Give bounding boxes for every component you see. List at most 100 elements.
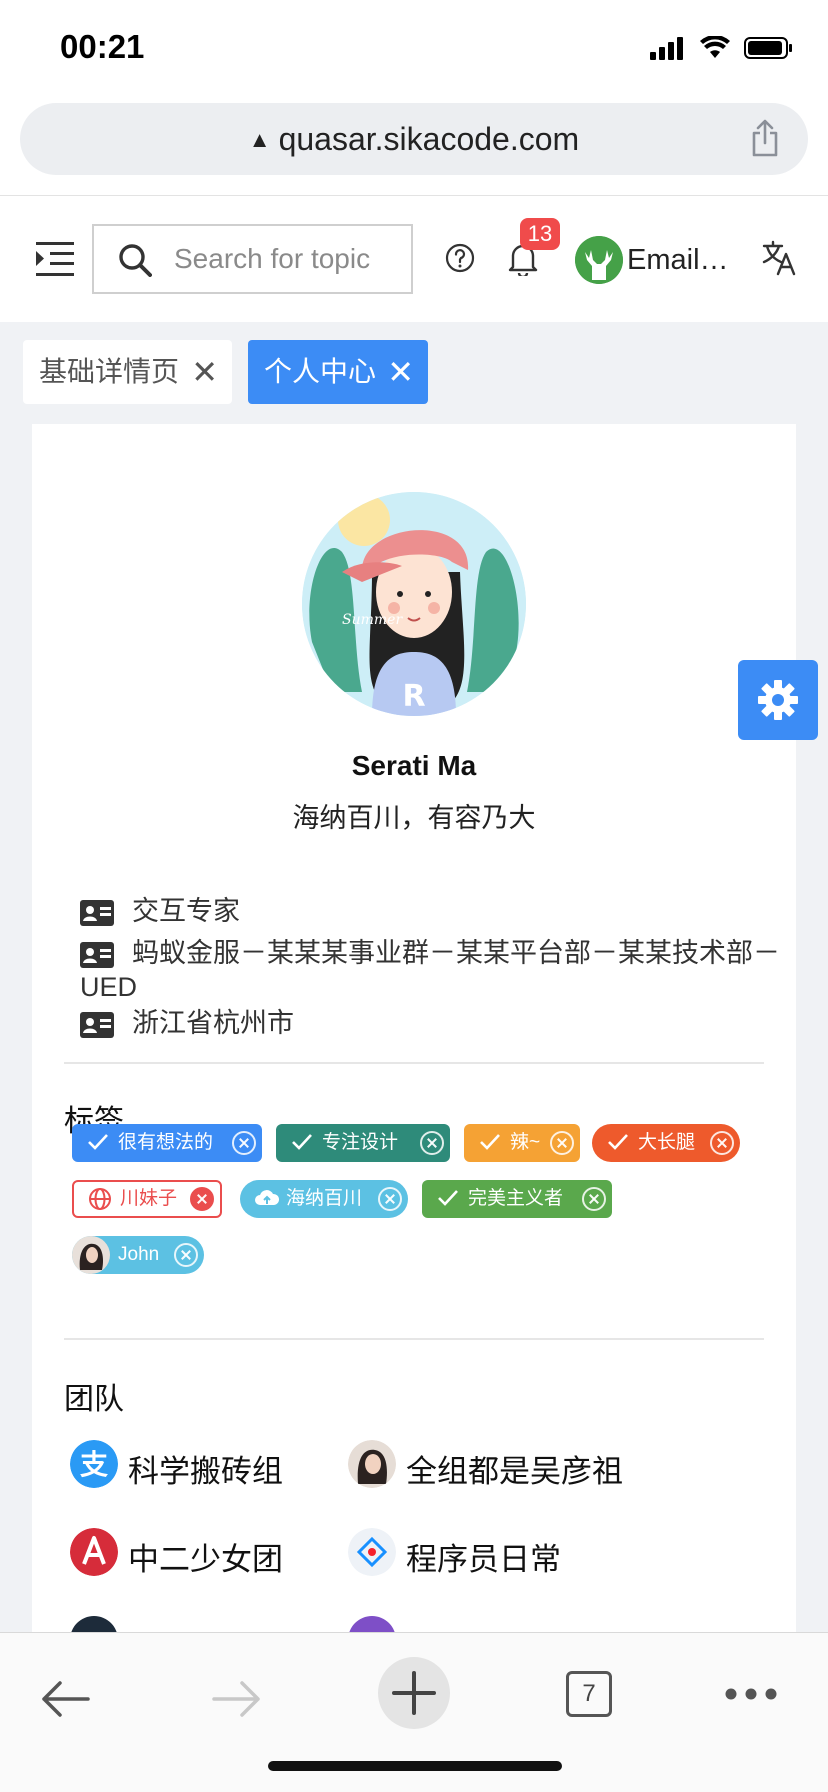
search-box[interactable]: [92, 224, 413, 294]
svg-text:Summer: Summer: [342, 612, 403, 628]
tag-chip[interactable]: 辣~: [464, 1124, 580, 1162]
user-avatar[interactable]: [575, 236, 623, 284]
team-label: 中二少女团: [128, 1542, 283, 1577]
info-text: 交互专家: [132, 896, 240, 926]
info-department: 蚂蚁金服－某某某事业群－某某平台部－某某技术部－UED: [80, 936, 800, 1004]
tag-chip[interactable]: 海纳百川: [240, 1180, 408, 1218]
search-input[interactable]: [174, 236, 402, 282]
team-title: 团队: [64, 1383, 124, 1416]
divider: [64, 1062, 764, 1064]
idcard-icon: [80, 1012, 114, 1038]
home-indicator: [268, 1761, 562, 1771]
cellular-signal-icon: [650, 37, 683, 60]
team-item[interactable]: 中二少女团: [70, 1528, 310, 1578]
tab-personal-center[interactable]: 个人中心 ✕: [248, 340, 428, 404]
url-text: quasar.sikacode.com: [278, 121, 580, 157]
tag-chip[interactable]: 完美主义者: [422, 1180, 612, 1218]
back-arrow-icon[interactable]: [40, 1679, 90, 1719]
status-time: 00:21: [60, 28, 145, 65]
check-icon: [88, 1134, 108, 1150]
cloud-upload-icon: [255, 1190, 280, 1205]
svg-text:R: R: [402, 679, 425, 714]
remove-tag-icon[interactable]: [232, 1131, 256, 1155]
tag-label: 完美主义者: [468, 1188, 564, 1209]
tab-basic-detail[interactable]: 基础详情页 ✕: [23, 340, 232, 404]
tag-chip[interactable]: 大长腿: [592, 1124, 740, 1162]
tag-label: John: [118, 1244, 160, 1265]
menu-fold-icon[interactable]: [36, 242, 74, 276]
info-location: 浙江省杭州市: [80, 1006, 800, 1040]
user-name[interactable]: Email…: [627, 244, 729, 277]
tag-label: 辣~: [510, 1132, 541, 1153]
tag-label: 海纳百川: [286, 1188, 363, 1209]
team-label: 全组都是吴彦祖: [406, 1454, 623, 1489]
battery-icon: [744, 37, 792, 59]
tab-label: 基础详情页: [39, 356, 180, 387]
remove-tag-icon[interactable]: [710, 1131, 734, 1155]
team-item[interactable]: 支 科学搬砖组: [70, 1440, 310, 1490]
profile-card: R Summer Serati Ma 海纳百川，有容乃大 交互专家 蚂蚁金服－某…: [32, 424, 796, 1664]
profile-motto: 海纳百川，有容乃大: [292, 803, 536, 833]
avatar: [72, 1236, 110, 1274]
idcard-icon: [80, 942, 114, 968]
warning-icon: ▲: [248, 127, 271, 152]
tab-label: 个人中心: [264, 356, 377, 387]
info-text: 蚂蚁金服－某某某事业群－某某平台部－某某技术部－UED: [80, 938, 780, 1002]
remove-tag-icon[interactable]: [420, 1131, 444, 1155]
team-label: 科学搬砖组: [128, 1454, 283, 1489]
team-item[interactable]: 程序员日常: [348, 1528, 588, 1578]
url-bar[interactable]: ▲ quasar.sikacode.com: [20, 103, 808, 175]
angular-icon: [70, 1528, 118, 1576]
tabs-count-button[interactable]: 7: [566, 1671, 612, 1717]
tabs-count: 7: [582, 1680, 596, 1707]
remove-tag-icon[interactable]: [378, 1187, 402, 1211]
settings-button[interactable]: [738, 660, 818, 740]
check-icon: [480, 1134, 500, 1150]
translate-icon[interactable]: [762, 240, 796, 276]
tag-label: 专注设计: [322, 1132, 399, 1153]
search-icon: [119, 244, 152, 277]
remove-tag-icon[interactable]: [550, 1131, 574, 1155]
forward-arrow-icon[interactable]: [212, 1679, 262, 1719]
avatar: [348, 1440, 396, 1488]
alipay-icon: 支: [70, 1440, 118, 1488]
divider: [64, 1338, 764, 1340]
remove-tag-icon[interactable]: [190, 1187, 214, 1211]
close-icon[interactable]: ✕: [387, 340, 414, 404]
antd-icon: [348, 1528, 396, 1576]
notification-badge: 13: [520, 218, 560, 250]
close-icon[interactable]: ✕: [191, 340, 218, 404]
plus-icon: [392, 1671, 436, 1715]
svg-text:支: 支: [80, 1448, 108, 1481]
remove-tag-icon[interactable]: [174, 1243, 198, 1267]
check-icon: [438, 1190, 458, 1206]
gear-icon: [758, 680, 798, 720]
tag-chip[interactable]: 很有想法的: [72, 1124, 262, 1162]
tag-label: 很有想法的: [118, 1132, 214, 1153]
tag-chip[interactable]: 川妹子: [72, 1180, 222, 1218]
tag-label: 川妹子: [120, 1188, 178, 1209]
profile-name: Serati Ma: [351, 750, 477, 781]
check-icon: [292, 1134, 312, 1150]
avatar-illustration: R Summer: [302, 492, 526, 716]
deer-logo-icon: [575, 236, 623, 284]
app-header: 13 Email…: [0, 196, 828, 322]
more-icon[interactable]: [724, 1687, 778, 1701]
globe-icon: [89, 1188, 111, 1210]
tag-chip[interactable]: John: [72, 1236, 204, 1274]
team-label: 程序员日常: [406, 1542, 561, 1577]
status-bar: 00:21: [0, 0, 828, 96]
wifi-icon: [700, 36, 730, 58]
team-item[interactable]: 全组都是吴彦祖: [348, 1440, 668, 1490]
share-icon[interactable]: [750, 119, 780, 157]
idcard-icon: [80, 900, 114, 926]
info-text: 浙江省杭州市: [132, 1008, 294, 1038]
remove-tag-icon[interactable]: [582, 1187, 606, 1211]
tag-chip[interactable]: 专注设计: [276, 1124, 450, 1162]
status-icons: [650, 36, 794, 60]
profile-avatar: R Summer: [302, 492, 526, 716]
question-circle-icon[interactable]: [445, 243, 475, 273]
new-tab-button[interactable]: [378, 1657, 450, 1729]
check-icon: [608, 1134, 628, 1150]
tag-label: 大长腿: [638, 1132, 696, 1153]
